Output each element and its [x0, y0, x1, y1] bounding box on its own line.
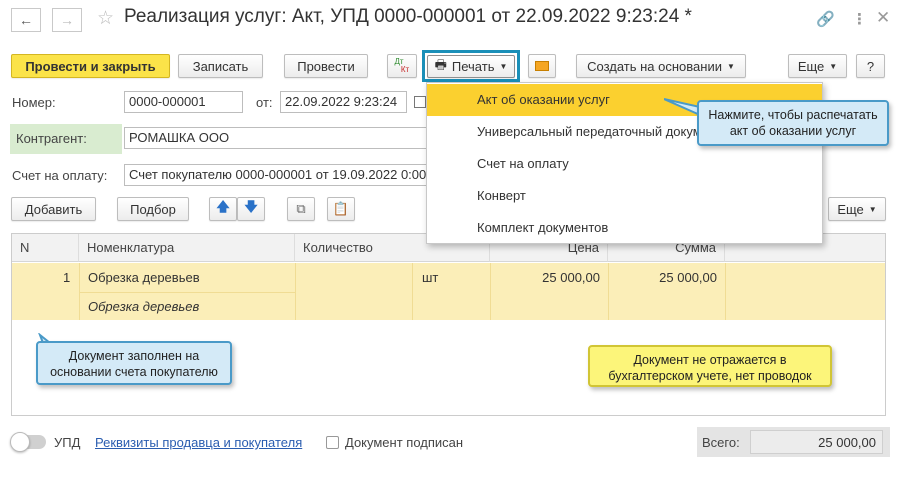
- kt-label: Кт: [400, 65, 410, 74]
- save-button[interactable]: Записать: [178, 54, 263, 78]
- arrow-down-icon: 🡇: [244, 199, 258, 214]
- print-button[interactable]: 🖶 Печать ▼: [427, 55, 515, 78]
- number-label: Номер:: [12, 95, 56, 110]
- paste-button[interactable]: 📋: [327, 197, 355, 221]
- chevron-down-icon: ▼: [499, 62, 508, 71]
- email-button[interactable]: [528, 54, 556, 78]
- link-icon[interactable]: 🔗: [816, 10, 835, 28]
- column-header-item[interactable]: Номенклатура: [79, 234, 295, 262]
- upd-toggle-knob[interactable]: [10, 432, 30, 452]
- row-number: 1: [63, 270, 71, 285]
- move-down-button[interactable]: 🡇: [237, 197, 265, 221]
- print-hint-callout: Нажмите, чтобы распечатать акт об оказан…: [697, 100, 889, 146]
- row-inner-divider: [79, 292, 295, 293]
- counterparty-field[interactable]: РОМАШКА ООО: [124, 127, 430, 149]
- table-more-button[interactable]: Еще ▼: [828, 197, 886, 221]
- accounting-hint-callout: Документ не отражается в бухгалтерском у…: [588, 345, 832, 387]
- vertical-dots-icon[interactable]: ⋮: [852, 10, 867, 28]
- post-button[interactable]: Провести: [284, 54, 368, 78]
- date-label: от:: [256, 95, 273, 110]
- more-button[interactable]: Еще ▼: [788, 54, 847, 78]
- paste-icon: 📋: [332, 201, 350, 216]
- arrow-right-icon: →: [60, 12, 74, 28]
- dt-kt-button[interactable]: Дт Кт: [387, 54, 417, 78]
- forward-button[interactable]: →: [52, 8, 82, 32]
- star-icon[interactable]: ☆: [97, 7, 114, 30]
- row-sum[interactable]: 25 000,00: [608, 270, 717, 285]
- pick-button[interactable]: Подбор: [117, 197, 189, 221]
- row-unit[interactable]: шт: [422, 270, 438, 285]
- upd-label: УПД: [54, 435, 81, 450]
- envelope-icon: [535, 61, 549, 71]
- invoice-label: Счет на оплату:: [12, 168, 108, 183]
- add-row-button[interactable]: Добавить: [11, 197, 96, 221]
- help-button[interactable]: ?: [856, 54, 885, 78]
- invoice-field[interactable]: Счет покупателю 0000-000001 от 19.09.202…: [124, 164, 428, 186]
- create-based-on-button[interactable]: Создать на основании ▼: [576, 54, 746, 78]
- total-value: 25 000,00: [750, 430, 883, 454]
- column-header-n[interactable]: N: [12, 234, 79, 262]
- signed-label: Документ подписан: [345, 435, 464, 450]
- counterparty-label: Контрагент:: [16, 131, 87, 146]
- signed-checkbox[interactable]: [326, 436, 339, 449]
- menu-item-envelope[interactable]: Конверт: [427, 180, 822, 212]
- menu-item-document-set[interactable]: Комплект документов: [427, 212, 822, 244]
- row-item-description[interactable]: Обрезка деревьев: [88, 299, 199, 314]
- move-up-button[interactable]: 🡅: [209, 197, 237, 221]
- row-price[interactable]: 25 000,00: [490, 270, 600, 285]
- calendar-icon[interactable]: [414, 96, 426, 108]
- copy-icon: ⧉: [296, 201, 306, 216]
- printer-icon: 🖶: [434, 56, 447, 72]
- arrow-left-icon: ←: [19, 12, 33, 28]
- arrow-up-icon: 🡅: [216, 199, 230, 214]
- chevron-down-icon: ▼: [829, 61, 838, 71]
- number-field[interactable]: 0000-000001: [124, 91, 243, 113]
- items-table: N Номенклатура Количество Цена Сумма 1 О…: [11, 233, 886, 416]
- filled-hint-callout: Документ заполнен на основании счета пок…: [36, 341, 232, 385]
- requisites-link[interactable]: Реквизиты продавца и покупателя: [95, 435, 302, 450]
- close-icon[interactable]: ✕: [876, 8, 890, 28]
- copy-button[interactable]: ⧉: [287, 197, 315, 221]
- row-item-name[interactable]: Обрезка деревьев: [88, 270, 200, 285]
- total-label: Всего:: [702, 435, 740, 450]
- chevron-down-icon: ▼: [868, 204, 877, 214]
- chevron-down-icon: ▼: [726, 61, 735, 71]
- page-title: Реализация услуг: Акт, УПД 0000-000001 о…: [124, 6, 692, 27]
- menu-item-invoice[interactable]: Счет на оплату: [427, 148, 822, 180]
- post-and-close-button[interactable]: Провести и закрыть: [11, 54, 170, 78]
- back-button[interactable]: ←: [11, 8, 41, 32]
- date-field[interactable]: 22.09.2022 9:23:24: [280, 91, 407, 113]
